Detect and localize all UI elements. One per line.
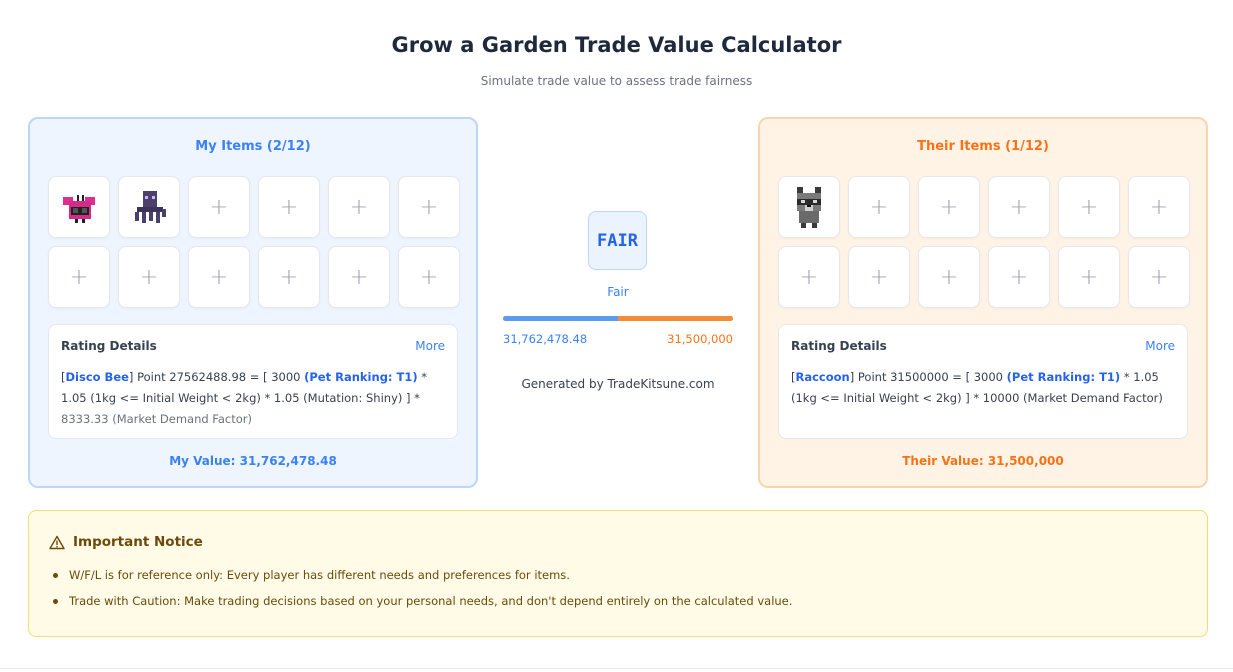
their-rating-details: Rating Details More [Raccoon] Point 3150… <box>778 324 1188 439</box>
their-rating-ranking: (Pet Ranking: T1) <box>1006 370 1121 384</box>
page-title: Grow a Garden Trade Value Calculator <box>391 33 842 57</box>
their-items-panel: Their Items (1/12) + + + + + + + + + + +… <box>758 117 1208 488</box>
their-items-title: Their Items (1/12) <box>917 139 1049 154</box>
my-item-slot-empty[interactable]: + <box>398 176 460 238</box>
page-divider <box>0 668 1233 669</box>
fairness-verdict: Fair <box>607 285 629 299</box>
my-rating-details: Rating Details More [Disco Bee] Point 27… <box>48 324 458 439</box>
bullet-icon <box>53 599 58 604</box>
their-rating-pre: Point 31500000 = [ 3000 <box>857 370 1007 384</box>
my-item-slot-empty[interactable]: + <box>398 246 460 308</box>
my-item-slot-empty[interactable]: + <box>188 246 250 308</box>
my-rating-pre: Point 27562488.98 = [ 3000 <box>137 370 305 384</box>
their-rating-title: Rating Details <box>791 339 887 353</box>
my-value: My Value: 31,762,478.48 <box>169 454 337 468</box>
bar-their-value: 31,500,000 <box>667 332 733 346</box>
bar-my-value: 31,762,478.48 <box>503 332 588 346</box>
their-item-slot-raccoon[interactable] <box>778 176 840 238</box>
generated-by-credit: Generated by TradeKitsune.com <box>521 377 715 391</box>
disco-bee-icon <box>63 195 95 223</box>
bullet-icon <box>53 573 58 578</box>
important-notice: Important Notice W/F/L is for reference … <box>28 510 1208 637</box>
raccoon-icon <box>797 187 821 228</box>
my-item-slot-empty[interactable]: + <box>258 176 320 238</box>
fairness-badge: FAIR <box>588 211 647 270</box>
my-items-grid: + + + + + + + + + + <box>48 176 460 308</box>
page-subtitle: Simulate trade value to assess trade fai… <box>480 74 753 88</box>
my-item-slot-empty[interactable]: + <box>118 246 180 308</box>
warning-icon <box>49 535 65 549</box>
value-comparison-bar <box>503 316 733 321</box>
notice-item: Trade with Caution: Make trading decisio… <box>49 594 792 608</box>
their-item-slot-empty[interactable]: + <box>1128 246 1190 308</box>
their-value: Their Value: 31,500,000 <box>902 454 1064 468</box>
notice-title: Important Notice <box>73 534 203 550</box>
my-rating-item-name: Disco Bee <box>65 370 129 384</box>
their-value-bar-segment <box>618 316 733 321</box>
their-items-grid: + + + + + + + + + + + <box>778 176 1190 308</box>
their-rating-text: [Raccoon] Point 31500000 = [ 3000 (Pet R… <box>791 370 1163 405</box>
their-rating-more-link[interactable]: More <box>1145 339 1175 353</box>
their-rating-item-name: Raccoon <box>795 370 850 384</box>
my-rating-text: [Disco Bee] Point 27562488.98 = [ 3000 (… <box>61 370 428 426</box>
my-item-slot-empty[interactable]: + <box>258 246 320 308</box>
their-item-slot-empty[interactable]: + <box>918 176 980 238</box>
their-item-slot-empty[interactable]: + <box>848 246 910 308</box>
notice-item-text: W/F/L is for reference only: Every playe… <box>69 568 570 582</box>
my-item-slot-empty[interactable]: + <box>328 176 390 238</box>
my-item-slot-empty[interactable]: + <box>188 176 250 238</box>
my-value-bar-segment <box>503 316 619 321</box>
squid-icon <box>135 191 166 223</box>
their-item-slot-empty[interactable]: + <box>1058 246 1120 308</box>
their-item-slot-empty[interactable]: + <box>988 176 1050 238</box>
my-item-slot-empty[interactable]: + <box>328 246 390 308</box>
my-item-slot-empty[interactable]: + <box>48 246 110 308</box>
their-item-slot-empty[interactable]: + <box>918 246 980 308</box>
my-items-title: My Items (2/12) <box>195 139 311 154</box>
notice-header: Important Notice <box>49 534 203 550</box>
my-rating-title: Rating Details <box>61 339 157 353</box>
their-item-slot-empty[interactable]: + <box>988 246 1050 308</box>
my-rating-demand: 8333.33 (Market Demand Factor) <box>61 412 252 426</box>
notice-list: W/F/L is for reference only: Every playe… <box>49 568 792 620</box>
their-item-slot-empty[interactable]: + <box>1128 176 1190 238</box>
notice-item-text: Trade with Caution: Make trading decisio… <box>69 594 793 608</box>
their-item-slot-empty[interactable]: + <box>1058 176 1120 238</box>
my-item-slot-disco-bee[interactable] <box>48 176 110 238</box>
my-items-panel: My Items (2/12) + + + + + + + + + + Rati… <box>28 117 478 488</box>
their-item-slot-empty[interactable]: + <box>778 246 840 308</box>
notice-item: W/F/L is for reference only: Every playe… <box>49 568 792 582</box>
my-rating-more-link[interactable]: More <box>415 339 445 353</box>
my-item-slot-squid[interactable] <box>118 176 180 238</box>
their-item-slot-empty[interactable]: + <box>848 176 910 238</box>
my-rating-ranking: (Pet Ranking: T1) <box>304 370 418 384</box>
